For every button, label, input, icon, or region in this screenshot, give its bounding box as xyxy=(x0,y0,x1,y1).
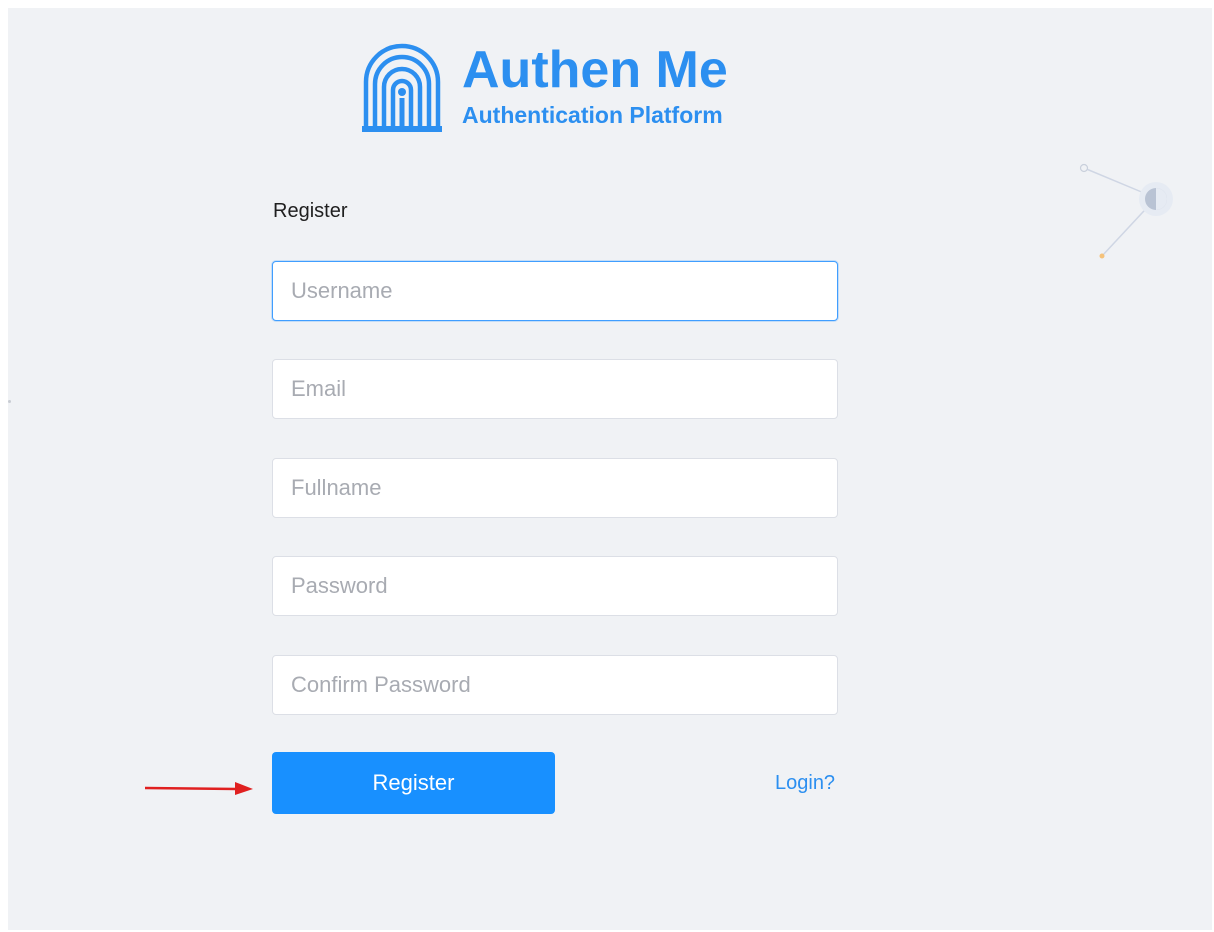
username-input[interactable] xyxy=(272,261,838,321)
email-input[interactable] xyxy=(272,359,838,419)
register-button[interactable]: Register xyxy=(272,752,555,814)
fullname-input[interactable] xyxy=(272,458,838,518)
brand-title: Authen Me xyxy=(462,41,728,99)
fingerprint-arch-icon xyxy=(362,43,442,132)
register-page: Authen Me Authentication Platform Regist… xyxy=(8,8,1212,930)
annotation-arrow-icon xyxy=(145,782,253,795)
decorative-dot xyxy=(8,400,11,403)
form-title: Register xyxy=(273,200,348,222)
password-input[interactable] xyxy=(272,556,838,616)
brand-text: Authen Me Authentication Platform xyxy=(462,42,728,129)
brand-logo: Authen Me Authentication Platform xyxy=(362,42,728,132)
confirm-password-input[interactable] xyxy=(272,655,838,715)
login-link[interactable]: Login? xyxy=(775,772,835,795)
network-decoration-icon xyxy=(1079,163,1173,259)
brand-subtitle: Authentication Platform xyxy=(462,102,723,128)
